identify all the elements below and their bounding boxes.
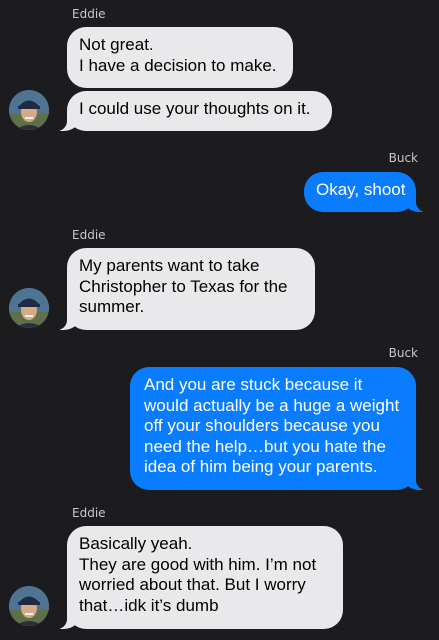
contact-avatar-icon[interactable]	[9, 288, 49, 328]
message-line: worried about that. But I worry	[79, 575, 306, 594]
message-line: off your shoulders because you	[144, 416, 380, 435]
message-line: would actually be a huge a weight	[144, 395, 400, 415]
sender-name: Buck	[388, 346, 418, 360]
message-bubble[interactable]: Okay, shoot	[304, 172, 426, 212]
message-bubble[interactable]: My parents want to take Christopher to T…	[57, 248, 315, 330]
message-line: I have a decision to make.	[79, 55, 277, 75]
message-line: need the help…but you hate the	[144, 436, 386, 456]
sender-name: Eddie	[72, 228, 106, 242]
avatar-photo-icon	[9, 586, 49, 626]
message-line: I could use your thoughts on it.	[79, 99, 311, 118]
message-line: that…idk it’s dumb	[79, 595, 219, 615]
contact-avatar-icon[interactable]	[9, 90, 49, 130]
message-bubble[interactable]: Basically yeah. They are good with him. …	[57, 526, 343, 629]
sender-name: Eddie	[72, 506, 106, 520]
message-bubble[interactable]: Not great. I have a decision to make.	[67, 27, 293, 88]
message-bubble[interactable]: I could use your thoughts on it.	[57, 91, 332, 131]
message-bubble[interactable]: And you are stuck because it would actua…	[130, 367, 426, 490]
message-line: summer.	[79, 297, 145, 316]
avatar-photo-icon	[9, 288, 49, 328]
sender-name: Eddie	[72, 7, 106, 21]
message-line: Christopher to Texas for the	[79, 276, 288, 296]
message-line: Not great.	[79, 35, 154, 54]
contact-avatar-icon[interactable]	[9, 586, 49, 626]
message-line: idea of him being your parents.	[144, 457, 378, 476]
message-line: My parents want to take	[79, 256, 260, 275]
avatar-photo-icon	[9, 90, 49, 130]
message-line: Okay, shoot	[316, 180, 406, 199]
message-line: And you are stuck because it	[144, 375, 363, 394]
message-line: Basically yeah.	[79, 534, 193, 553]
sender-name: Buck	[388, 151, 418, 165]
message-line: They are good with him. I’m not	[79, 554, 317, 574]
